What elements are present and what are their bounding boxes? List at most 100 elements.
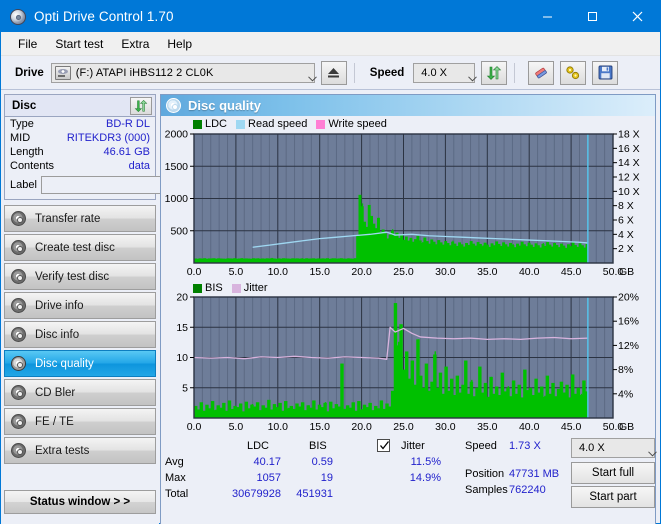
sidebar-item-create-test-disc[interactable]: Create test disc <box>4 234 156 261</box>
menu-item-start-test[interactable]: Start test <box>46 34 112 54</box>
drive-label: Drive <box>15 67 44 79</box>
svg-text:500: 500 <box>170 225 188 237</box>
disc-row-value: RITEKDR3 (000) <box>67 132 150 144</box>
sidebar-item-disc-info[interactable]: Disc info <box>4 321 156 348</box>
stats-total-ldc: 30679928 <box>201 488 281 500</box>
jitter-checkbox[interactable] <box>377 439 390 452</box>
sidebar-item-label: Drive info <box>35 300 84 312</box>
svg-text:35.0: 35.0 <box>477 421 498 433</box>
svg-text:45.0: 45.0 <box>561 266 582 278</box>
sidebar: Disc Type BD-R DL MID RITEKDR3 (000) Len… <box>1 90 159 524</box>
svg-text:30.0: 30.0 <box>435 421 456 433</box>
disc-icon <box>11 240 26 255</box>
eject-icon <box>326 66 341 79</box>
disc-row-value: BD-R DL <box>106 118 150 130</box>
content-area: Disc quality LDC Read speed Write speed <box>159 90 660 524</box>
toolbar-separator-1 <box>354 63 355 83</box>
sidebar-item-label: Disc quality <box>35 358 94 370</box>
toolbar-separator-2 <box>514 63 515 83</box>
stats-max-ldc: 1057 <box>201 472 281 484</box>
sidebar-item-disc-quality[interactable]: Disc quality <box>4 350 156 377</box>
stats-row-key-max: Max <box>165 472 186 484</box>
disc-icon <box>11 211 26 226</box>
svg-text:4 X: 4 X <box>618 229 634 241</box>
wrench-icon <box>565 65 581 81</box>
panel-header: Disc quality <box>161 95 655 116</box>
stats-avg-jitter: 11.5% <box>373 456 441 468</box>
stats-avg-bis: 0.59 <box>271 456 333 468</box>
sidebar-item-label: Disc info <box>35 329 79 341</box>
disc-row-length: Length 46.61 GB <box>5 145 155 159</box>
legend-label: Read speed <box>248 118 307 130</box>
disc-icon <box>11 443 26 458</box>
sidebar-item-drive-info[interactable]: Drive info <box>4 292 156 319</box>
refresh-icon <box>134 99 148 113</box>
svg-text:45.0: 45.0 <box>561 421 582 433</box>
disc-row-contents: Contents data <box>5 159 155 173</box>
svg-text:25.0: 25.0 <box>393 266 414 278</box>
minimize-button[interactable] <box>525 1 570 32</box>
sidebar-item-verify-test-disc[interactable]: Verify test disc <box>4 263 156 290</box>
speed-stat-key: Speed <box>465 440 497 452</box>
bis-jitter-chart-legend: BIS Jitter <box>193 282 273 294</box>
save-button[interactable] <box>592 61 618 85</box>
samples-stat-key: Samples <box>465 484 508 496</box>
svg-text:0.0: 0.0 <box>187 266 202 278</box>
svg-text:10.0: 10.0 <box>268 421 289 433</box>
tools-button[interactable] <box>560 61 586 85</box>
legend-label: BIS <box>205 282 223 294</box>
disc-row-value: data <box>129 160 150 172</box>
sidebar-item-extra-tests[interactable]: Extra tests <box>4 437 156 464</box>
eject-button[interactable] <box>321 61 347 85</box>
test-speed-select[interactable]: 4.0 X <box>571 438 655 458</box>
stats-header-jitter: Jitter <box>401 440 425 452</box>
stats-header-ldc: LDC <box>247 440 269 452</box>
menu-item-help[interactable]: Help <box>158 34 201 54</box>
legend-swatch <box>193 284 202 293</box>
menu-item-file[interactable]: File <box>9 34 46 54</box>
title-bar: Opti Drive Control 1.70 <box>1 1 660 32</box>
disc-icon <box>11 414 26 429</box>
svg-text:25.0: 25.0 <box>393 421 414 433</box>
stats-table: LDC BIS Jitter Avg 40.17 0.59 11.5% Max … <box>161 438 461 508</box>
sidebar-item-label: Transfer rate <box>35 213 100 225</box>
drive-select[interactable]: (F:) ATAPI iHBS112 2 CL0K <box>51 63 315 83</box>
stats-max-jitter: 14.9% <box>373 472 441 484</box>
speed-select[interactable]: 4.0 X <box>413 63 475 83</box>
ldc-chart-canvas: 5001000150020002 X4 X6 X8 X10 X12 X14 X1… <box>161 116 655 281</box>
maximize-button[interactable] <box>570 1 615 32</box>
disc-quality-panel: Disc quality LDC Read speed Write speed <box>160 94 656 524</box>
svg-text:10 X: 10 X <box>618 186 640 198</box>
disc-icon <box>11 385 26 400</box>
ldc-chart: LDC Read speed Write speed 5001000150020… <box>161 116 655 281</box>
sidebar-item-cd-bler[interactable]: CD Bler <box>4 379 156 406</box>
window-title: Opti Drive Control 1.70 <box>34 9 174 24</box>
refresh-button[interactable] <box>481 61 507 85</box>
sidebar-item-transfer-rate[interactable]: Transfer rate <box>4 205 156 232</box>
samples-stat-value: 762240 <box>509 484 571 496</box>
disc-row-type: Type BD-R DL <box>5 117 155 131</box>
legend-label: LDC <box>205 118 227 130</box>
toolbar: Drive (F:) ATAPI iHBS112 2 CL0K Speed 4.… <box>1 56 660 90</box>
page-title: Disc quality <box>188 98 261 113</box>
sidebar-item-label: Extra tests <box>35 445 89 457</box>
start-part-button[interactable]: Start part <box>571 486 655 508</box>
svg-text:16 X: 16 X <box>618 143 640 155</box>
close-button[interactable] <box>615 1 660 32</box>
sidebar-item-fe-te[interactable]: FE / TE <box>4 408 156 435</box>
legend-swatch <box>316 120 325 129</box>
disc-icon <box>11 298 26 313</box>
menu-item-extra[interactable]: Extra <box>112 34 158 54</box>
erase-button[interactable] <box>528 61 554 85</box>
start-full-button[interactable]: Start full <box>571 462 655 484</box>
sidebar-item-label: Verify test disc <box>35 271 109 283</box>
legend-label: Write speed <box>328 118 387 130</box>
disc-refresh-button[interactable] <box>130 97 152 115</box>
test-speed-value: 4.0 X <box>579 442 605 454</box>
svg-text:2000: 2000 <box>165 129 189 141</box>
svg-text:8%: 8% <box>618 364 633 376</box>
svg-text:10: 10 <box>176 352 188 364</box>
speed-select-value: 4.0 X <box>421 67 447 79</box>
svg-text:GB: GB <box>619 421 634 433</box>
status-window-button[interactable]: Status window > > <box>4 490 156 514</box>
